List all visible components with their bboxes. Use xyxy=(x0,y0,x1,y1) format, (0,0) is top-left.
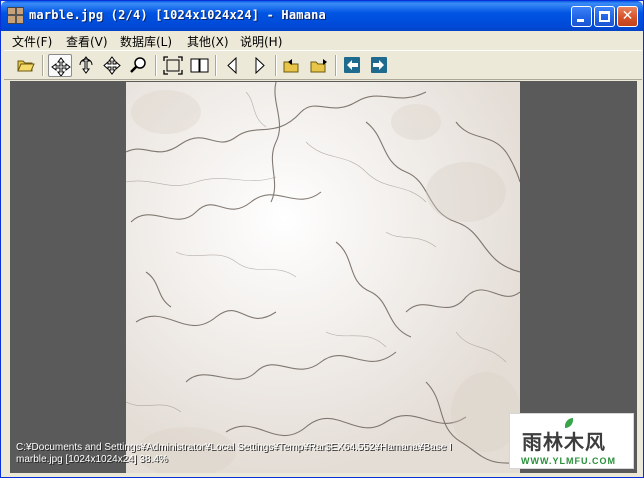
toolbar-separator xyxy=(275,55,277,76)
minimize-icon xyxy=(577,19,584,22)
open-folder-icon xyxy=(17,60,35,72)
toolbar-separator xyxy=(42,55,44,76)
folder-previous-button[interactable] xyxy=(281,54,305,77)
minimize-button[interactable] xyxy=(571,6,592,27)
four-way-move-icon xyxy=(103,56,121,75)
maximize-button[interactable] xyxy=(594,6,615,27)
menu-other[interactable]: 其他(X) xyxy=(187,33,229,50)
fit-window-icon xyxy=(163,56,183,75)
menu-help[interactable]: 说明(H) xyxy=(240,33,282,50)
folder-previous-icon xyxy=(283,59,299,73)
arrow-right-button[interactable] xyxy=(368,54,392,77)
arrow-left-icon xyxy=(344,57,360,73)
previous-button[interactable] xyxy=(221,54,245,77)
maximize-icon xyxy=(599,11,610,22)
menu-bar: 文件(F) 查看(V) 数据库(L) 其他(X) 说明(H) xyxy=(4,31,642,50)
app-icon[interactable] xyxy=(7,7,24,24)
previous-icon xyxy=(227,56,237,75)
next-button[interactable] xyxy=(248,54,272,77)
rotate-move-button[interactable] xyxy=(74,54,98,77)
four-way-move-button[interactable] xyxy=(100,54,124,77)
arrow-left-button[interactable] xyxy=(341,54,365,77)
open-button[interactable] xyxy=(15,54,39,77)
close-button[interactable]: ✕ xyxy=(617,6,638,27)
marble-image xyxy=(126,82,520,473)
close-icon: ✕ xyxy=(621,8,634,24)
menu-view[interactable]: 查看(V) xyxy=(66,33,108,50)
watermark-title: 雨林木风 xyxy=(522,430,606,454)
status-info: marble.jpg [1024x1024x24] 38.4% xyxy=(16,454,168,465)
window-title: marble.jpg (2/4) [1024x1024x24] - Hamana xyxy=(29,8,326,22)
title-bar[interactable]: marble.jpg (2/4) [1024x1024x24] - Hamana… xyxy=(1,1,643,31)
toolbar-separator xyxy=(335,55,337,76)
watermark-url: WWW.YLMFU.COM xyxy=(521,456,616,466)
move-button[interactable] xyxy=(48,54,72,77)
menu-file[interactable]: 文件(F) xyxy=(12,33,52,50)
two-page-icon xyxy=(190,58,209,73)
toolbar-separator xyxy=(215,55,217,76)
app-window: marble.jpg (2/4) [1024x1024x24] - Hamana… xyxy=(0,0,644,478)
zoom-button[interactable] xyxy=(127,54,151,77)
arrow-right-icon xyxy=(371,57,387,73)
toolbar xyxy=(4,50,642,80)
move-icon xyxy=(51,57,71,76)
watermark-logo: 雨林木风 WWW.YLMFU.COM xyxy=(509,413,634,469)
menu-database[interactable]: 数据库(L) xyxy=(120,33,172,50)
folder-next-icon xyxy=(310,59,327,73)
magnifier-icon xyxy=(130,57,146,73)
next-icon xyxy=(255,56,265,75)
two-page-button[interactable] xyxy=(188,54,212,77)
status-path: C:¥Documents and Settings¥Administrator¥… xyxy=(16,442,452,453)
rotate-move-icon xyxy=(79,56,93,74)
folder-next-button[interactable] xyxy=(308,54,332,77)
fit-window-button[interactable] xyxy=(161,54,185,77)
toolbar-separator xyxy=(155,55,157,76)
